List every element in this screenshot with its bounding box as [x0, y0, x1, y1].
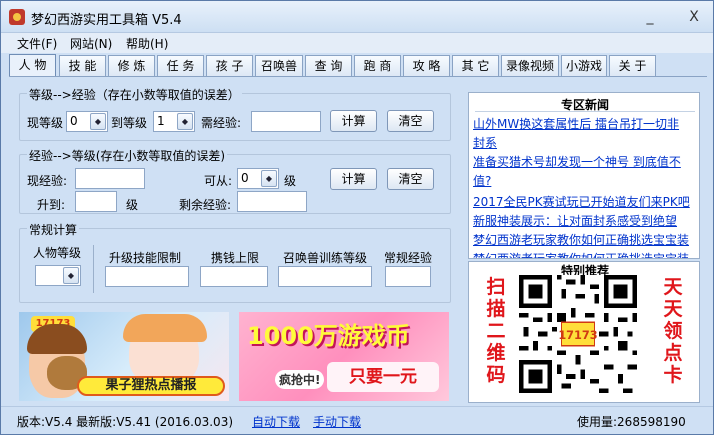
regular-exp-label: 常规经验: [384, 251, 433, 265]
window-title: 梦幻西游实用工具箱 V5.4: [31, 13, 182, 28]
level-clear-button[interactable]: 清空: [387, 168, 434, 190]
tab-videos[interactable]: 录像视频: [501, 55, 559, 76]
tab-summons[interactable]: 召唤兽: [255, 55, 303, 76]
skill-limit-label: 升级技能限制: [109, 251, 182, 265]
remaining-exp-label: 剩余经验:: [179, 198, 232, 212]
upto-field[interactable]: [75, 191, 117, 212]
auto-download-link[interactable]: 自动下载: [252, 413, 300, 430]
spin-arrow-icon[interactable]: ◆: [63, 267, 79, 284]
news-item[interactable]: 2017全民PK赛试玩已开始道友们来PK吧: [473, 193, 690, 210]
current-level-label: 现等级: [27, 116, 64, 130]
usage-count-text: 使用量:268598190: [577, 415, 686, 429]
level-unit-label: 级: [284, 174, 297, 188]
char-level-spinner[interactable]: ◆: [35, 265, 81, 286]
app-icon: [9, 9, 25, 25]
tab-trading[interactable]: 跑 商: [354, 55, 401, 76]
ad-right-sub: 只要一元: [327, 362, 439, 392]
current-level-spinner[interactable]: 0 ◆: [66, 111, 108, 132]
tab-minigames[interactable]: 小游戏: [561, 55, 607, 76]
ad-right-tag: 疯抢中!: [275, 370, 325, 389]
news-panel: 专区新闻 山外MW换这套属性后 擂台吊打一切非 封系 准备买猎术号却发现一个神号…: [468, 92, 700, 259]
regular-exp-field[interactable]: [385, 266, 431, 287]
ad-right-headline: 1000万游戏币: [247, 322, 410, 350]
pet-level-label: 召唤兽训练等级: [283, 251, 368, 265]
current-exp-label: 现经验:: [27, 174, 68, 188]
skill-limit-field[interactable]: [105, 266, 189, 287]
status-bar: 版本:V5.4 最新版:V5.41 (2016.03.03) 自动下载 手动下载…: [1, 406, 713, 434]
tab-divider: [9, 76, 707, 77]
upto-label: 升到:: [37, 198, 66, 212]
qr-badge: 17173: [558, 328, 597, 342]
tab-skills[interactable]: 技 能: [59, 55, 106, 76]
to-level-spinner[interactable]: 1 ◆: [153, 111, 195, 132]
qr-code-icon[interactable]: 17173: [519, 275, 637, 393]
ad-banner-left[interactable]: 17173 果子狸热点播报: [19, 312, 229, 401]
pet-level-field[interactable]: [278, 266, 372, 287]
news-item[interactable]: 准备买猎术号却发现一个神号 到底值不: [473, 153, 681, 170]
current-exp-field[interactable]: [75, 168, 145, 189]
news-item[interactable]: 梦幻西游老玩家教你如何正确挑选宝宝装: [473, 231, 689, 248]
from-level-spinner[interactable]: 0 ◆: [237, 168, 279, 189]
news-item[interactable]: 山外MW换这套属性后 擂台吊打一切非: [473, 115, 679, 132]
remaining-exp-field[interactable]: [237, 191, 307, 212]
version-text: 版本:V5.4 最新版:V5.41 (2016.03.03): [17, 415, 234, 429]
exp-calc-button[interactable]: 计算: [330, 110, 377, 132]
promo-panel: 特别推荐 扫描二维码 17173 天天领点卡: [468, 261, 700, 403]
manual-download-link[interactable]: 手动下载: [313, 413, 361, 430]
news-item[interactable]: 值?: [473, 172, 491, 189]
upto-unit-label: 级: [126, 198, 139, 212]
tab-character[interactable]: 人 物: [9, 54, 56, 77]
tab-children[interactable]: 孩 子: [206, 55, 253, 76]
promo-right-text: 天天领点卡: [663, 276, 683, 386]
exp-to-level-title: 经验-->等级(存在小数等取值的误差): [27, 147, 228, 164]
promo-left-text: 扫描二维码: [486, 276, 506, 386]
money-limit-field[interactable]: [200, 266, 268, 287]
tab-query[interactable]: 查 询: [305, 55, 352, 76]
title-bar: 梦幻西游实用工具箱 V5.4 _ X: [1, 1, 713, 33]
spin-arrow-icon[interactable]: ◆: [177, 113, 193, 130]
tab-cultivation[interactable]: 修 炼: [108, 55, 155, 76]
menu-bar: 文件(F) 网站(N) 帮助(H): [1, 33, 713, 53]
minimize-button[interactable]: _: [637, 7, 663, 27]
menu-file[interactable]: 文件(F): [17, 35, 57, 52]
news-item[interactable]: 梦幻西游老玩家教你如何正确挑选宝宝装: [473, 250, 689, 258]
money-limit-label: 携钱上限: [211, 251, 260, 265]
level-calc-button[interactable]: 计算: [330, 168, 377, 190]
from-label: 可从:: [204, 174, 233, 188]
menu-website[interactable]: 网站(N): [70, 35, 112, 52]
ad-banner-right[interactable]: 1000万游戏币 疯抢中! 只要一元: [239, 312, 449, 401]
char-level-label: 人物等级: [33, 246, 82, 260]
tab-about[interactable]: 关 于: [609, 55, 656, 76]
vertical-separator: [93, 245, 94, 293]
news-item[interactable]: 封系: [473, 134, 497, 151]
need-exp-label: 需经验:: [201, 116, 242, 130]
spin-arrow-icon[interactable]: ◆: [261, 170, 277, 187]
menu-help[interactable]: 帮助(H): [126, 35, 168, 52]
level-to-exp-title: 等级-->经验（存在小数等取值的误差）: [27, 86, 242, 103]
need-exp-field[interactable]: [251, 111, 321, 132]
to-level-label: 到等级: [111, 116, 148, 130]
ad-left-banner-text: 果子狸热点播报: [77, 376, 225, 396]
app-window: 梦幻西游实用工具箱 V5.4 _ X 文件(F) 网站(N) 帮助(H) 人 物…: [0, 0, 714, 435]
close-button[interactable]: X: [681, 7, 707, 27]
spin-arrow-icon[interactable]: ◆: [90, 113, 106, 130]
tab-tasks[interactable]: 任 务: [157, 55, 204, 76]
news-item[interactable]: 新服神装展示：让对面封系感受到绝望: [473, 212, 677, 229]
tab-other[interactable]: 其 它: [452, 55, 499, 76]
tab-guides[interactable]: 攻 略: [403, 55, 450, 76]
exp-clear-button[interactable]: 清空: [387, 110, 434, 132]
regular-calc-title: 常规计算: [27, 221, 80, 238]
